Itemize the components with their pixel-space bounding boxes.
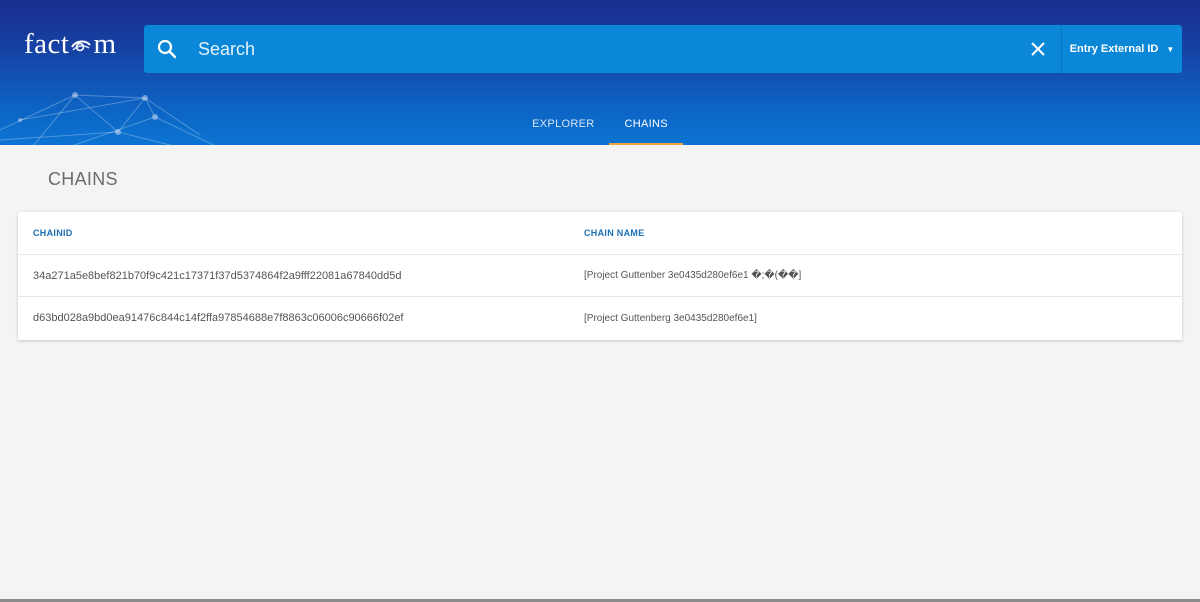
tab-label: EXPLORER [532,118,595,130]
close-icon[interactable] [1029,40,1047,58]
column-header-chain-name[interactable]: CHAIN NAME [584,228,1182,238]
logo-text-left: fact [24,28,70,60]
search-icon[interactable] [156,38,178,60]
caret-down-icon: ▼ [1166,44,1175,54]
table-header-row: CHAINID CHAIN NAME [18,212,1182,255]
chain-id-cell[interactable]: d63bd028a9bd0ea91476c844c14f2ffa97854688… [18,312,584,324]
search-input[interactable] [196,29,1029,69]
table-row[interactable]: 34a271a5e8bef821b70f9c421c17371f37d53748… [18,255,1182,297]
chain-name-cell: [Project Guttenberg 3e0435d280ef6e1] [584,312,757,324]
logo-swirl-icon [71,40,92,51]
column-header-chainid[interactable]: CHAINID [18,228,584,238]
table-row[interactable]: d63bd028a9bd0ea91476c844c14f2ffa97854688… [18,297,1182,339]
search-bar: Entry External ID ▼ [144,25,1182,73]
tab-label: CHAINS [624,118,668,130]
header: fact m Entry External ID ▼ EXPLORER CHAI… [0,0,1200,145]
logo-text-right: m [93,28,117,60]
factom-logo[interactable]: fact m [24,28,117,61]
tab-chains[interactable]: CHAINS [609,108,683,145]
search-type-label: Entry External ID [1069,43,1159,55]
nav-tabs: EXPLORER CHAINS [0,108,1200,145]
tab-explorer[interactable]: EXPLORER [517,108,609,145]
chain-id-cell[interactable]: 34a271a5e8bef821b70f9c421c17371f37d53748… [18,270,584,282]
chains-table: CHAINID CHAIN NAME 34a271a5e8bef821b70f9… [18,212,1182,340]
chain-name-cell: [Project Guttenber 3e0435d280ef6e1 �;�(�… [584,270,802,281]
page-title: CHAINS [48,169,118,189]
search-type-dropdown[interactable]: Entry External ID ▼ [1062,25,1182,73]
